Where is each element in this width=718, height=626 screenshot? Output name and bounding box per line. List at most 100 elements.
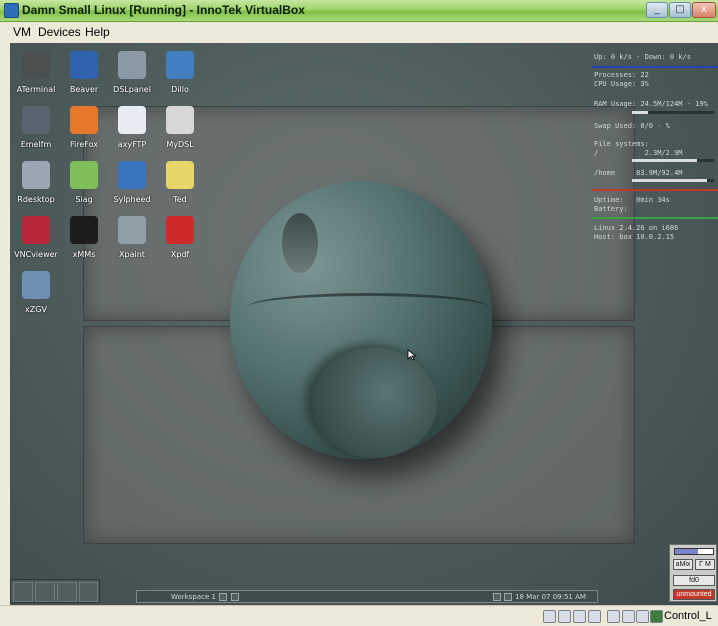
host-status-bar: Control_L (0, 605, 718, 626)
window-titlebar[interactable]: Damn Small Linux [Running] - InnoTek Vir… (0, 0, 718, 22)
desktop-icon-label: DSLpanel (113, 85, 151, 94)
desktop-icon-dslpanel[interactable]: DSLpanel (106, 51, 158, 105)
mouse-cursor-icon (407, 349, 417, 361)
desktop-icon-rdesktop[interactable]: Rdesktop (10, 161, 62, 215)
host-key-label: Control_L (664, 610, 712, 622)
desktop-icon-xzgv[interactable]: xZGV (10, 271, 62, 325)
shared-folders-icon (607, 610, 620, 623)
desktop-icon-label: FireFox (70, 140, 98, 149)
desktop-icon-vncviewer[interactable]: VNCviewer (10, 216, 62, 270)
globe-icon (166, 51, 194, 79)
gears-icon (166, 106, 194, 134)
cdrom-icon (558, 610, 571, 623)
desktop-icon-dillo[interactable]: Dillo (154, 51, 206, 105)
desktop-icon-axyftp[interactable]: axyFTP (106, 106, 158, 160)
menu-devices[interactable]: Devices (38, 25, 81, 39)
dock-apps: aMix Γ M fd0 unmounted (669, 544, 717, 602)
menu-vm[interactable]: VM (13, 25, 31, 39)
desktop-icon-mydsl[interactable]: MyDSL (154, 106, 206, 160)
mail-icon (118, 161, 146, 189)
desktop-icon-xpdf[interactable]: Xpdf (154, 216, 206, 270)
menu-bar: VM Devices Help (0, 22, 718, 42)
guest-screen[interactable]: ATerminal Beaver DSLpanel Dillo Emelfm FireFo… (10, 43, 718, 605)
pager-cell-3[interactable] (57, 582, 77, 602)
desktop-icon-label: Ted (173, 195, 187, 204)
desktop-icon-emelfm[interactable]: Emelfm (10, 106, 62, 160)
wallpaper-orb-cut (312, 348, 437, 458)
window-title: Damn Small Linux [Running] - InnoTek Vir… (22, 3, 305, 17)
fs-label: File systems: (594, 140, 649, 148)
pdf-icon (166, 216, 194, 244)
ram-usage: RAM Usage: 24.5M/124M - 19% (594, 100, 708, 108)
desktop-icon-xpaint[interactable]: Xpaint (106, 216, 158, 270)
desktop-icon-label: xZGV (25, 305, 47, 314)
cpu-usage: CPU Usage: 3% (594, 80, 649, 88)
guest-taskbar: Workspace 1 18 Mar 07 09:51 AM (136, 590, 598, 603)
mixer-mode-button[interactable]: Γ M (695, 559, 715, 570)
display-icon (622, 610, 635, 623)
taskbar-left-button[interactable] (493, 593, 501, 601)
workspace-next-button[interactable] (231, 593, 239, 601)
desktop-icon-sylpheed[interactable]: Sylpheed (106, 161, 158, 215)
wallpaper-orb-band (248, 293, 488, 321)
desktop-icon-label: Dillo (171, 85, 189, 94)
maximize-button[interactable]: □ (669, 2, 691, 18)
penguin-icon (70, 216, 98, 244)
host-key-icon (650, 610, 663, 623)
desktop-icon-label: Xpdf (170, 250, 190, 259)
desktop-icon-label: Beaver (69, 85, 99, 94)
taskbar-right-button[interactable] (504, 593, 512, 601)
spreadsheet-icon (70, 161, 98, 189)
desktop-icon (22, 161, 50, 189)
swap-usage: Swap Used: 0/0 - % (594, 122, 670, 130)
ram-meter (632, 111, 714, 114)
desktop-icon-label: Emelfm (20, 140, 52, 149)
menu-help[interactable]: Help (85, 25, 110, 39)
net-divider (592, 66, 718, 68)
floppy-icon (573, 610, 586, 623)
pager-cell-2[interactable] (35, 582, 55, 602)
minimize-button[interactable]: _ (646, 2, 668, 18)
virtualbox-icon (4, 3, 19, 18)
net-speed: Up: 0 k/s - Down: 0 k/s (594, 53, 691, 61)
volume-slider[interactable] (674, 548, 714, 555)
workspace-label: Workspace 1 (171, 593, 216, 601)
kernel-info: Linux 2.4.26 on i686 (594, 224, 679, 232)
mouse-integration-icon (636, 610, 649, 623)
workspace-prev-button[interactable] (219, 593, 227, 601)
wallpaper-orb-hole (282, 213, 318, 273)
vnc-icon (22, 216, 50, 244)
mixer-button[interactable]: aMix (673, 559, 693, 570)
fs-home-meter (632, 179, 714, 182)
terminal-icon (22, 51, 50, 79)
desktop-icon-label: Rdesktop (17, 195, 55, 204)
desktop-icon-label: Xpaint (119, 250, 145, 259)
desktop-icon-siag[interactable]: Siag (58, 161, 110, 215)
desktop-icon-aterminal[interactable]: ATerminal (10, 51, 62, 105)
paint-icon (118, 216, 146, 244)
pager-cell-1[interactable] (13, 582, 33, 602)
kernel-divider (592, 217, 718, 219)
mount-status-button[interactable]: unmounted (673, 589, 715, 600)
workspace-pager[interactable] (10, 579, 100, 603)
image-viewer-icon (22, 271, 50, 299)
clock: 18 Mar 07 09:51 AM (515, 593, 586, 601)
desktop-icon-ted[interactable]: Ted (154, 161, 206, 215)
fs-home: /home 83.9M/92.4M (594, 169, 683, 177)
desktop-icon-beaver[interactable]: Beaver (58, 51, 110, 105)
host-info: Host: box 10.0.2.15 (594, 233, 675, 241)
ftp-icon (118, 106, 146, 134)
close-button[interactable]: x (692, 2, 716, 18)
desktop-icon-label: axyFTP (117, 140, 147, 149)
desktop-icon-firefox[interactable]: FireFox (58, 106, 110, 160)
file-manager-icon (22, 106, 50, 134)
desktop-icon-label: MyDSL (166, 140, 194, 149)
hard-disk-icon (543, 610, 556, 623)
brush-icon (70, 51, 98, 79)
control-panel-icon (118, 51, 146, 79)
pager-cell-4[interactable] (79, 582, 98, 602)
desktop-icon-label: Siag (75, 195, 93, 204)
processes: Processes: 22 (594, 71, 649, 79)
uptime-divider (592, 189, 718, 191)
desktop-icon-xmms[interactable]: xMMs (58, 216, 110, 270)
